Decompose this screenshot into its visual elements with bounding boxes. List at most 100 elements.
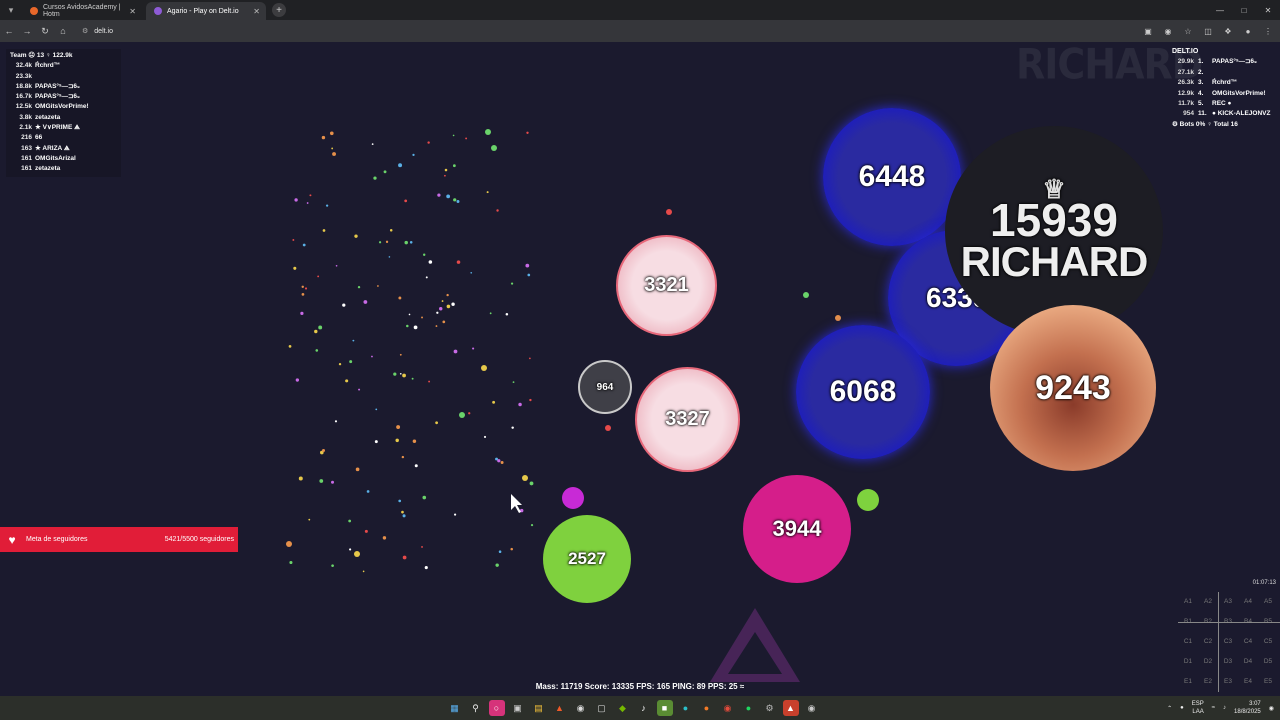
back-icon[interactable]: ← <box>0 22 18 40</box>
task-view-icon[interactable]: ▣ <box>510 700 526 716</box>
sidebar-icon[interactable]: ◫ <box>1200 22 1216 40</box>
leaderboard-row: 29.9k 1. PAPAS°ˢ—⊐6₉ <box>1172 57 1276 67</box>
minimize-icon[interactable]: — <box>1208 0 1232 20</box>
settings-icon[interactable]: ⚙ <box>762 700 778 716</box>
food-pellet <box>385 240 389 244</box>
profile-avatar[interactable]: ● <box>1240 22 1256 40</box>
lb-name: PAPAS°ˢ—⊐6₉ <box>1212 58 1257 66</box>
start-icon[interactable]: ▦ <box>447 700 463 716</box>
food-pellet <box>377 285 379 287</box>
close-icon[interactable]: ✕ <box>129 7 136 16</box>
firefox-icon[interactable]: ● <box>699 700 715 716</box>
lb-mass: 11.7k <box>1178 100 1194 108</box>
lb-name: Ŕchrd™ <box>1212 79 1238 87</box>
food-pellet <box>358 388 361 391</box>
food-pellet <box>486 191 489 194</box>
food-pellet <box>295 378 299 382</box>
wifi-icon[interactable]: ≈ <box>1212 705 1215 711</box>
food-pellet <box>451 302 455 306</box>
food-pellet <box>308 518 311 521</box>
food-pellet <box>293 266 297 270</box>
tab-title: Agario - Play on Delt.io <box>167 7 239 15</box>
food-pellet <box>562 487 584 509</box>
cast-icon[interactable]: ▣ <box>1140 22 1156 40</box>
bookmark-star-icon[interactable]: ☆ <box>1180 22 1196 40</box>
home-icon[interactable]: ⌂ <box>54 22 72 40</box>
food-pellet <box>371 143 374 145</box>
tab-search-icon[interactable]: ▾ <box>4 3 18 17</box>
minimap-line <box>1218 592 1219 692</box>
food-pellet <box>319 479 324 483</box>
food-pellet <box>342 303 346 307</box>
food-pellet <box>399 353 402 356</box>
brave-icon[interactable]: ▲ <box>552 700 568 716</box>
food-pellet <box>306 202 309 204</box>
player-cell-unicorn: 3321 <box>616 235 717 336</box>
food-pellet <box>334 420 338 423</box>
edge-icon[interactable]: ● <box>678 700 694 716</box>
minimap-cell-label: A4 <box>1244 598 1252 605</box>
maximize-icon[interactable]: □ <box>1232 0 1256 20</box>
tab-agario[interactable]: Agario - Play on Delt.io ✕ <box>146 2 266 20</box>
app-icon-2[interactable]: ◉ <box>804 700 820 716</box>
capture-icon[interactable]: ▢ <box>594 700 610 716</box>
food-pellet <box>375 408 378 411</box>
tray-chevron-icon[interactable]: ⌃ <box>1167 705 1172 712</box>
close-icon[interactable]: ✕ <box>253 7 260 16</box>
player-cell: 6068 <box>796 325 930 459</box>
search-icon[interactable]: ⚲ <box>468 700 484 716</box>
minimap-cell-label: C3 <box>1223 638 1233 645</box>
minecraft-icon[interactable]: ■ <box>656 700 673 716</box>
food-pellet <box>428 260 433 264</box>
food-pellet <box>414 464 418 468</box>
chrome-icon[interactable]: ◉ <box>720 700 736 716</box>
spotify-icon[interactable]: ● <box>741 700 757 716</box>
wifi-icon: ≈ <box>739 682 745 691</box>
forward-icon[interactable]: → <box>18 22 36 40</box>
volume-icon[interactable]: ♪ <box>1223 705 1226 711</box>
new-tab-button[interactable]: + <box>272 3 286 17</box>
reload-icon[interactable]: ↻ <box>36 22 54 40</box>
food-pellet <box>355 467 360 472</box>
food-pellet <box>286 541 292 547</box>
tab-cursos[interactable]: Cursos AvidosAcademy | Hotm ✕ <box>22 2 142 20</box>
extensions-icon[interactable]: ❖ <box>1220 22 1236 40</box>
food-pellet <box>512 381 515 384</box>
language-indicator[interactable]: ESP LAA <box>1192 700 1204 716</box>
file-explorer-icon[interactable]: ▤ <box>531 700 547 716</box>
site-info-icon[interactable]: ⚙ <box>82 27 88 35</box>
food-pellet <box>489 312 492 315</box>
food-pellet <box>666 209 672 215</box>
member-mass: 18.8k <box>15 82 32 90</box>
member-name: PAPAS°ˢ—⊐6₉ <box>35 82 80 90</box>
menu-icon[interactable]: ⋮ <box>1260 22 1276 40</box>
food-pellet <box>491 145 497 151</box>
instagram-icon[interactable]: ○ <box>488 700 505 716</box>
food-pellet <box>301 293 305 296</box>
address-bar[interactable]: ⚙ delt.io <box>76 23 113 39</box>
food-pellet <box>321 449 326 453</box>
team-member-row: 32.4k Ŕchrd™ <box>10 61 117 71</box>
game-canvas[interactable]: RICHARD Team ☹ 13 ♀ 122.9k 32.4k Ŕchrd™ 23… <box>0 42 1280 696</box>
food-pellet <box>398 163 403 168</box>
tray-network-icon[interactable]: ● <box>1180 705 1184 711</box>
food-pellet <box>332 152 336 156</box>
player-cell: 3944 <box>743 475 851 583</box>
notifications-icon[interactable]: ◉ <box>1269 705 1274 712</box>
obs-icon[interactable]: ◉ <box>573 700 589 716</box>
food-pellet <box>500 460 504 464</box>
member-mass: 3.8k <box>19 113 32 121</box>
clock[interactable]: 3:07 18/8/2025 <box>1234 700 1261 716</box>
team-member-row: 2.1k ★ V∨PRIME ⟁ <box>10 123 117 133</box>
tiktok-icon[interactable]: ♪ <box>636 700 652 716</box>
food-pellet <box>529 481 534 486</box>
app-icon[interactable]: ▲ <box>782 700 799 716</box>
food-pellet <box>382 536 387 540</box>
food-pellet <box>362 570 365 573</box>
eye-off-icon[interactable]: ◉ <box>1160 22 1176 40</box>
minimap-cell-label: C2 <box>1203 638 1213 645</box>
nvidia-icon[interactable]: ◆ <box>615 700 631 716</box>
member-name: ★ ARIZA ⟁ <box>35 144 70 152</box>
member-mass: 161 <box>21 165 32 173</box>
close-window-icon[interactable]: ✕ <box>1256 0 1280 20</box>
